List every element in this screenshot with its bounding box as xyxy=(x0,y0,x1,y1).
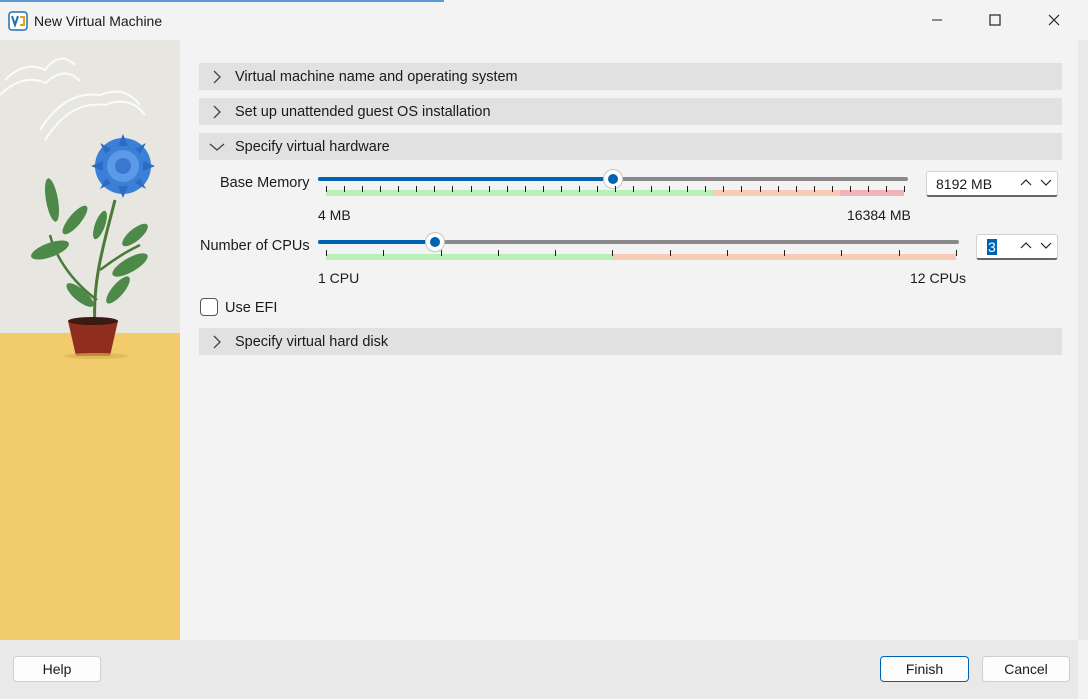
scale-tick xyxy=(596,186,598,192)
scale-tick xyxy=(362,186,364,192)
base-memory-label: Base Memory xyxy=(220,175,310,191)
cpu-slider-thumb[interactable] xyxy=(424,232,445,252)
scale-tick xyxy=(867,186,869,192)
scale-tick xyxy=(741,186,743,192)
scale-tick xyxy=(398,186,400,192)
increment-icon[interactable] xyxy=(1019,175,1033,189)
maximize-icon xyxy=(989,14,1001,26)
cpu-scale xyxy=(326,250,957,260)
scale-tick xyxy=(759,186,761,192)
scale-tick xyxy=(777,186,779,192)
chevron-down-icon xyxy=(209,143,225,151)
button-bar: Help Finish Cancel xyxy=(0,640,1078,699)
window-edge xyxy=(1078,40,1088,640)
scale-segment xyxy=(326,254,613,260)
section-label: Specify virtual hard disk xyxy=(235,333,389,350)
scale-tick xyxy=(344,186,346,192)
help-button[interactable]: Help xyxy=(13,656,101,682)
scale-tick xyxy=(560,186,562,192)
scale-tick xyxy=(849,186,851,192)
title-bar: New Virtual Machine xyxy=(0,0,1088,40)
section-vm-name-os[interactable]: Virtual machine name and operating syste… xyxy=(199,63,1062,90)
title-bar-accent xyxy=(0,0,444,2)
scale-tick xyxy=(470,186,472,192)
scale-tick xyxy=(651,186,653,192)
cpu-value[interactable]: 3 xyxy=(987,239,997,255)
scale-tick xyxy=(383,250,385,256)
scale-tick xyxy=(542,186,544,192)
use-efi-label[interactable]: Use EFI xyxy=(225,300,277,316)
scale-tick xyxy=(831,186,833,192)
scale-tick xyxy=(615,186,616,192)
scale-tick xyxy=(813,186,815,192)
scale-tick xyxy=(885,186,887,192)
scale-tick xyxy=(440,250,442,256)
base-memory-max-label: 16384 MB xyxy=(847,207,911,223)
cancel-button[interactable]: Cancel xyxy=(982,656,1070,682)
finish-button[interactable]: Finish xyxy=(880,656,969,682)
decrement-icon[interactable] xyxy=(1039,238,1053,252)
base-memory-slider-thumb[interactable] xyxy=(602,169,623,189)
chevron-right-icon xyxy=(213,70,221,83)
scale-tick xyxy=(434,186,436,192)
scale-tick xyxy=(555,250,557,256)
scale-tick xyxy=(705,186,707,192)
cpu-count-label: Number of CPUs xyxy=(200,238,310,254)
chevron-right-icon xyxy=(213,105,221,118)
scale-tick xyxy=(326,250,327,256)
scale-tick xyxy=(452,186,454,192)
scale-tick xyxy=(669,250,671,256)
cpu-max-label: 12 CPUs xyxy=(910,270,967,286)
section-virtual-hard-disk[interactable]: Specify virtual hard disk xyxy=(199,328,1062,355)
close-icon xyxy=(1048,14,1060,26)
cpu-slider-fill xyxy=(318,240,435,244)
scale-tick xyxy=(687,186,689,192)
section-label: Specify virtual hardware xyxy=(235,138,390,155)
cpu-min-label: 1 CPU xyxy=(318,270,360,286)
section-unattended-install[interactable]: Set up unattended guest OS installation xyxy=(199,98,1062,125)
minimize-button[interactable] xyxy=(908,0,966,40)
base-memory-spinbox[interactable]: 8192 MB xyxy=(926,171,1058,197)
scale-tick xyxy=(633,186,635,192)
scale-tick xyxy=(524,186,526,192)
scale-tick xyxy=(904,186,905,192)
scale-tick xyxy=(506,186,508,192)
base-memory-value[interactable]: 8192 MB xyxy=(936,176,992,192)
scale-tick xyxy=(380,186,382,192)
scale-tick xyxy=(578,186,580,192)
scale-tick xyxy=(669,186,671,192)
scale-tick xyxy=(841,250,843,256)
decrement-icon[interactable] xyxy=(1039,175,1053,189)
base-memory-scale xyxy=(326,186,905,196)
scale-tick xyxy=(726,250,728,256)
section-virtual-hardware[interactable]: Specify virtual hardware xyxy=(199,133,1062,160)
base-memory-slider-fill xyxy=(318,177,613,181)
chevron-right-icon xyxy=(213,335,221,348)
scale-tick xyxy=(795,186,797,192)
scale-tick xyxy=(416,186,418,192)
increment-icon[interactable] xyxy=(1019,238,1033,252)
scale-tick xyxy=(612,250,614,256)
scale-tick xyxy=(488,186,490,192)
scale-tick xyxy=(326,186,327,192)
window-title: New Virtual Machine xyxy=(34,13,163,29)
virtualbox-app-icon xyxy=(8,11,28,31)
minimize-icon xyxy=(932,19,942,21)
close-button[interactable] xyxy=(1025,0,1083,40)
wizard-content: Virtual machine name and operating syste… xyxy=(180,40,1078,640)
base-memory-min-label: 4 MB xyxy=(318,207,351,223)
scale-tick xyxy=(723,186,725,192)
scale-tick xyxy=(497,250,499,256)
maximize-button[interactable] xyxy=(966,0,1024,40)
plant-illustration xyxy=(0,40,180,640)
scale-tick xyxy=(956,250,957,256)
cpu-spinbox[interactable]: 3 xyxy=(976,234,1058,260)
wizard-illustration xyxy=(0,40,180,640)
section-label: Virtual machine name and operating syste… xyxy=(235,68,518,85)
section-label: Set up unattended guest OS installation xyxy=(235,103,491,120)
use-efi-checkbox[interactable] xyxy=(200,298,218,316)
scale-tick xyxy=(898,250,900,256)
scale-tick xyxy=(784,250,786,256)
scale-segment xyxy=(326,190,714,196)
